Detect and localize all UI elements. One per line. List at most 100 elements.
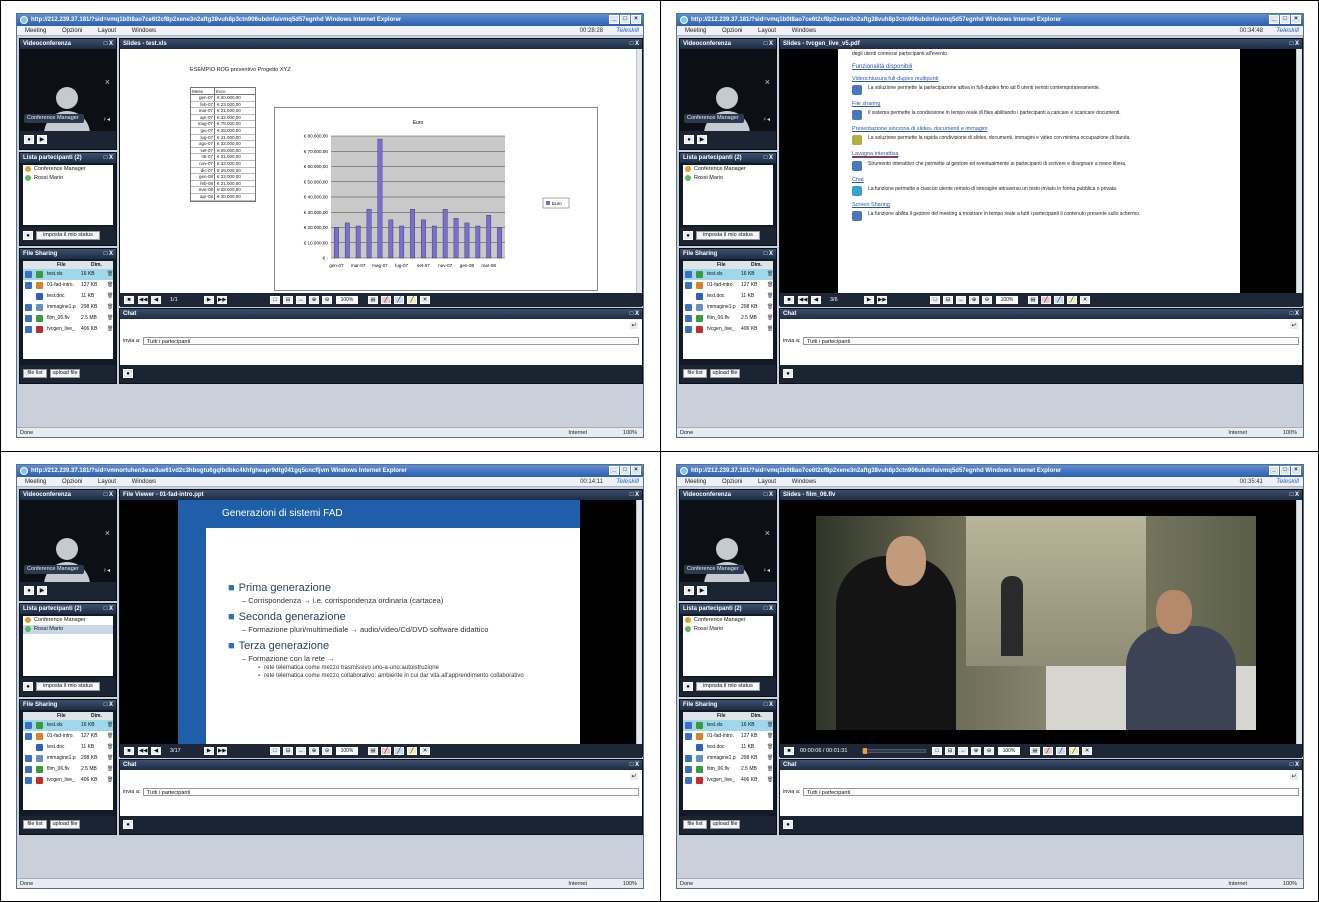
file-row[interactable]: 01-fad-intro. 127 KB 🗑 xyxy=(23,731,113,742)
trash-icon[interactable]: 🗑 xyxy=(767,775,773,786)
split-view-icon[interactable]: ⊟ xyxy=(283,747,293,755)
trash-icon[interactable]: 🗑 xyxy=(107,720,113,731)
trash-icon[interactable]: 🗑 xyxy=(107,313,113,324)
panel-controls-icon[interactable]: □ X xyxy=(764,249,773,259)
menu-layout[interactable]: Layout xyxy=(98,479,116,485)
browser-zoom[interactable]: 100% xyxy=(1283,879,1297,888)
file-row[interactable]: tvcgen_live_ 406 KB 🗑 xyxy=(683,324,773,335)
whiteboard-icon[interactable]: ▤ xyxy=(368,747,378,755)
panel-controls-icon[interactable]: □ X xyxy=(630,309,639,319)
zoom-level[interactable]: 100% xyxy=(336,747,358,755)
status-icon[interactable]: ● xyxy=(683,231,693,240)
page-view-icon[interactable]: □ xyxy=(932,747,942,755)
set-status-button[interactable]: imposta il mio status xyxy=(36,231,100,240)
trash-icon[interactable]: 🗑 xyxy=(767,302,773,313)
trash-icon[interactable]: 🗑 xyxy=(767,280,773,291)
fit-icon[interactable]: ■ xyxy=(124,747,134,755)
fit-width-icon[interactable]: ↔ xyxy=(958,747,968,755)
menu-opzioni[interactable]: Opzioni xyxy=(62,28,82,34)
zoom-in-icon[interactable]: ⊕ xyxy=(309,747,319,755)
highlighter-icon[interactable]: ╱ xyxy=(407,747,417,755)
highlighter-icon[interactable]: ╱ xyxy=(1067,296,1077,304)
speaker-icon[interactable]: ♀◂ xyxy=(102,567,110,574)
file-row[interactable]: tvcgen_live_ 406 KB 🗑 xyxy=(23,775,113,786)
trash-icon[interactable]: 🗑 xyxy=(107,269,113,280)
close-icon[interactable]: × xyxy=(765,528,770,538)
file-row[interactable]: immagine1.p 298 KB 🗑 xyxy=(683,753,773,764)
vertical-scrollbar[interactable] xyxy=(1296,49,1302,293)
trash-icon[interactable]: 🗑 xyxy=(107,775,113,786)
next-page-icon[interactable]: ▶ xyxy=(204,747,214,755)
status-icon[interactable]: ● xyxy=(23,231,33,240)
split-view-icon[interactable]: ⊟ xyxy=(943,296,953,304)
file-row[interactable]: immagine1.p 298 KB 🗑 xyxy=(23,753,113,764)
send-icon[interactable]: ↵ xyxy=(1289,321,1299,330)
camera-button[interactable]: ● xyxy=(24,135,34,144)
panel-controls-icon[interactable]: □ X xyxy=(1290,39,1299,49)
vertical-scrollbar[interactable] xyxy=(636,49,642,293)
split-view-icon[interactable]: ⊟ xyxy=(283,296,293,304)
panel-controls-icon[interactable]: □ X xyxy=(104,39,113,49)
file-row[interactable]: test.xls 16 KB 🗑 xyxy=(683,720,773,731)
file-row[interactable]: film_06.flv 2.5 MB 🗑 xyxy=(683,764,773,775)
panel-controls-icon[interactable]: □ X xyxy=(764,490,773,500)
play-button[interactable]: ▶ xyxy=(37,586,47,595)
save-icon[interactable] xyxy=(685,766,692,773)
trash-icon[interactable]: 🗑 xyxy=(107,764,113,775)
file-row[interactable]: film_06.flv 2.5 MB 🗑 xyxy=(23,313,113,324)
camera-button[interactable]: ● xyxy=(684,135,694,144)
pen-red-icon[interactable]: ╱ xyxy=(381,296,391,304)
zoom-in-icon[interactable]: ⊕ xyxy=(309,296,319,304)
file-row[interactable]: immagine1.p 298 KB 🗑 xyxy=(23,302,113,313)
file-row[interactable]: film_06.flv 2.5 MB 🗑 xyxy=(683,313,773,324)
play-button[interactable]: ▶ xyxy=(697,586,707,595)
fit-icon[interactable]: ■ xyxy=(784,296,794,304)
page-view-icon[interactable]: □ xyxy=(270,747,280,755)
panel-controls-icon[interactable]: □ X xyxy=(630,760,639,770)
menu-windows[interactable]: Windows xyxy=(132,479,156,485)
file-row[interactable]: 01-fad-intro. 127 KB 🗑 xyxy=(683,280,773,291)
save-icon[interactable] xyxy=(685,315,692,322)
chat-options-icon[interactable]: ● xyxy=(783,369,793,378)
save-icon[interactable] xyxy=(685,722,692,729)
trash-icon[interactable]: 🗑 xyxy=(767,720,773,731)
panel-controls-icon[interactable]: □ X xyxy=(764,604,773,614)
play-button[interactable]: ▶ xyxy=(697,135,707,144)
save-icon[interactable] xyxy=(25,326,32,333)
file-list-button[interactable]: file list xyxy=(683,820,707,829)
file-row[interactable]: test.doc 11 KB 🗑 xyxy=(683,742,773,753)
participant-item[interactable]: Rossi Mario xyxy=(23,625,113,634)
split-view-icon[interactable]: ⊟ xyxy=(945,747,955,755)
upload-file-button[interactable]: upload file xyxy=(50,820,80,829)
chat-recipient-select[interactable]: Tutti i partecipanti xyxy=(143,788,639,796)
pen-blue-icon[interactable]: ╱ xyxy=(1056,747,1066,755)
minimize-button[interactable]: _ xyxy=(1269,15,1279,24)
trash-icon[interactable]: 🗑 xyxy=(767,313,773,324)
menu-meeting[interactable]: Meeting xyxy=(685,479,706,485)
trash-icon[interactable]: 🗑 xyxy=(107,742,113,753)
file-row[interactable]: 01-fad-intro. 127 KB 🗑 xyxy=(23,280,113,291)
prev-page-icon[interactable]: ◀ xyxy=(811,296,821,304)
fit-width-icon[interactable]: ↔ xyxy=(296,747,306,755)
chat-recipient-select[interactable]: Tutti i partecipanti xyxy=(143,337,639,345)
zoom-out-icon[interactable]: ⊖ xyxy=(984,747,994,755)
fit-icon[interactable]: ■ xyxy=(124,296,134,304)
file-row[interactable]: tvcgen_live_ 406 KB 🗑 xyxy=(683,775,773,786)
file-row[interactable]: test.xls 16 KB 🗑 xyxy=(23,269,113,280)
file-row[interactable]: tvcgen_live_ 406 KB 🗑 xyxy=(23,324,113,335)
speaker-icon[interactable]: ♀◂ xyxy=(762,116,770,123)
speaker-icon[interactable]: ♀◂ xyxy=(102,116,110,123)
panel-controls-icon[interactable]: □ X xyxy=(104,153,113,163)
pen-blue-icon[interactable]: ╱ xyxy=(394,296,404,304)
save-icon[interactable] xyxy=(25,755,32,762)
close-window-button[interactable]: × xyxy=(1291,466,1301,475)
whiteboard-icon[interactable]: ▤ xyxy=(1030,747,1040,755)
zoom-out-icon[interactable]: ⊖ xyxy=(322,296,332,304)
send-icon[interactable]: ↵ xyxy=(629,772,639,781)
maximize-button[interactable]: □ xyxy=(1280,15,1290,24)
menu-windows[interactable]: Windows xyxy=(132,28,156,34)
zoom-in-icon[interactable]: ⊕ xyxy=(971,747,981,755)
close-window-button[interactable]: × xyxy=(631,466,641,475)
save-icon[interactable] xyxy=(25,777,32,784)
file-row[interactable]: test.xls 16 KB 🗑 xyxy=(683,269,773,280)
